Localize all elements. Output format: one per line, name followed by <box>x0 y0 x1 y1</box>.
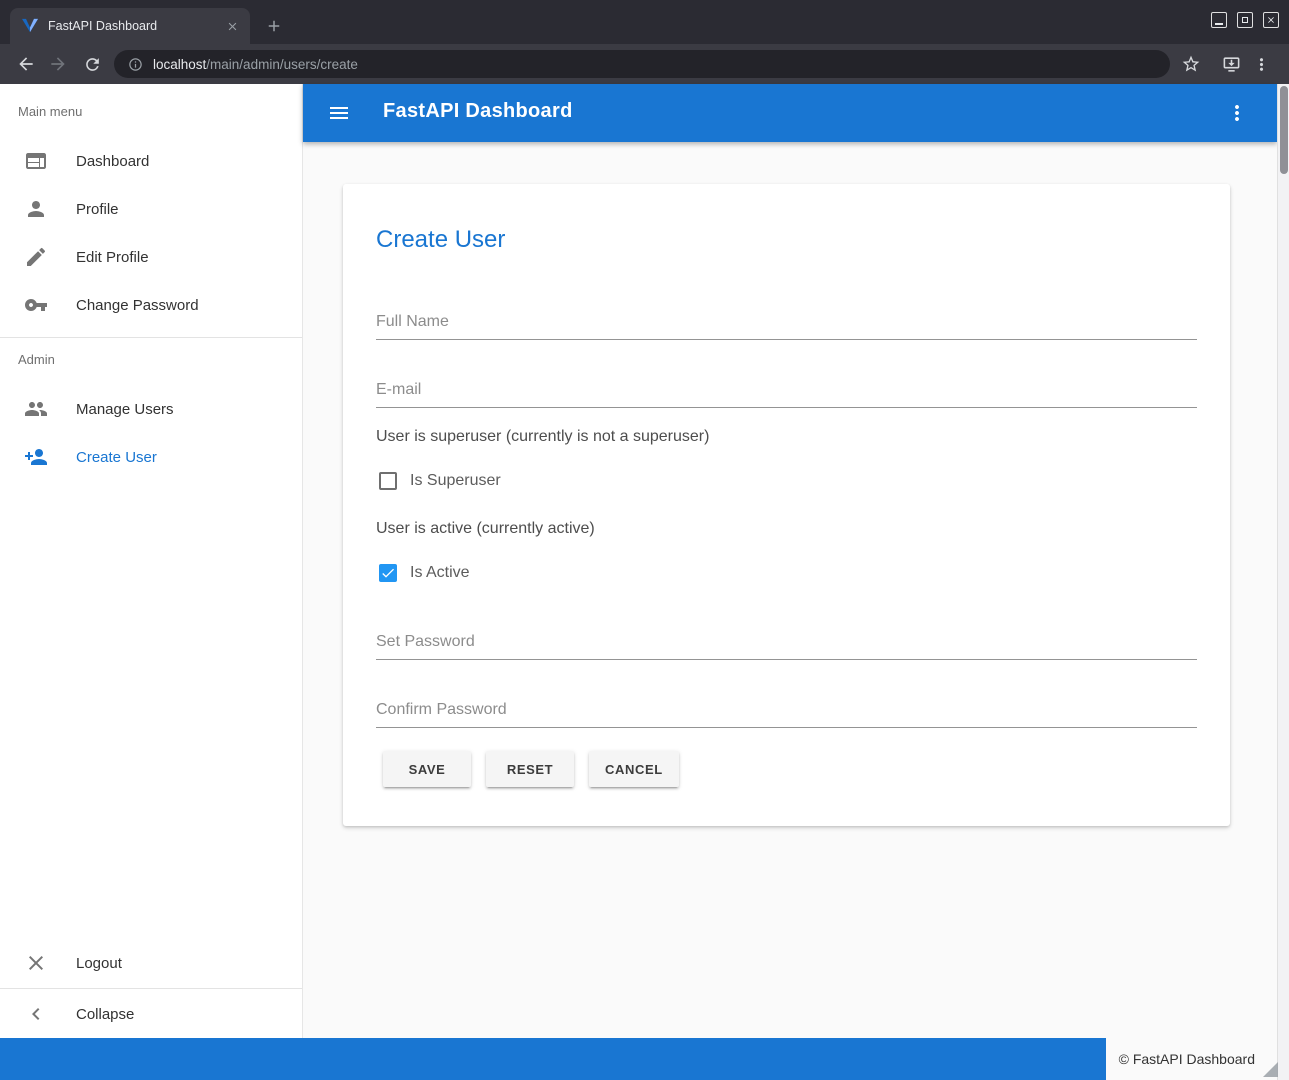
form-actions: SAVE RESET CANCEL <box>383 751 679 787</box>
create-user-card: Create User User is superuser (currently… <box>343 184 1230 826</box>
hamburger-menu-button[interactable] <box>327 101 351 125</box>
sidebar-item-label: Profile <box>76 201 119 218</box>
sidebar-item-manage-users[interactable]: Manage Users <box>0 385 302 433</box>
kebab-menu-icon <box>1252 55 1271 74</box>
confirm-password-input[interactable] <box>376 693 1197 728</box>
sidebar-divider <box>0 337 302 338</box>
sidebar-item-label: Edit Profile <box>76 249 149 266</box>
maximize-button[interactable] <box>1237 12 1253 28</box>
sidebar: Main menu Dashboard Profile Edit Profile… <box>0 84 303 1038</box>
is-superuser-checkbox[interactable] <box>379 472 397 490</box>
install-app-button[interactable] <box>1219 52 1243 76</box>
active-checkbox-row: Is Active <box>379 561 470 585</box>
close-x-icon <box>24 951 48 975</box>
minimize-icon <box>1215 23 1223 25</box>
sidebar-item-label: Create User <box>76 449 157 466</box>
scrollbar-thumb[interactable] <box>1280 86 1288 174</box>
sidebar-item-label: Dashboard <box>76 153 149 170</box>
sidebar-item-label: Logout <box>76 955 122 972</box>
cancel-button[interactable]: CANCEL <box>589 751 679 787</box>
resize-grip[interactable] <box>1263 1062 1278 1077</box>
footer: © FastAPI Dashboard <box>0 1038 1277 1080</box>
maximize-icon <box>1242 17 1248 23</box>
is-active-label: Is Active <box>410 564 470 582</box>
install-app-icon <box>1222 55 1241 74</box>
vertical-scrollbar[interactable] <box>1277 84 1289 1080</box>
sidebar-item-label: Change Password <box>76 297 199 314</box>
key-icon <box>24 293 48 317</box>
bookmark-star-button[interactable] <box>1179 52 1203 76</box>
sidebar-item-profile[interactable]: Profile <box>0 185 302 233</box>
dashboard-icon <box>24 149 48 173</box>
superuser-hint-text: User is superuser (currently is not a su… <box>376 428 709 446</box>
forward-icon <box>48 54 68 74</box>
site-info-icon[interactable] <box>128 57 143 72</box>
app-bar: FastAPI Dashboard <box>303 84 1277 142</box>
sidebar-section-admin: Admin <box>18 352 55 367</box>
sidebar-item-label: Collapse <box>76 1006 134 1023</box>
hamburger-icon <box>327 101 351 125</box>
save-button[interactable]: SAVE <box>383 751 471 787</box>
email-input[interactable] <box>376 373 1197 408</box>
sidebar-item-edit-profile[interactable]: Edit Profile <box>0 233 302 281</box>
sidebar-item-collapse[interactable]: Collapse <box>0 990 302 1038</box>
superuser-checkbox-row: Is Superuser <box>379 469 501 493</box>
app-menu-button[interactable] <box>1225 101 1249 125</box>
sidebar-section-main-menu: Main menu <box>18 104 82 119</box>
browser-titlebar: FastAPI Dashboard <box>0 0 1289 44</box>
vuetify-logo-icon <box>22 18 38 34</box>
is-active-checkbox[interactable] <box>379 564 397 582</box>
chevron-left-icon <box>24 1002 48 1026</box>
reset-button[interactable]: RESET <box>486 751 574 787</box>
browser-menu-button[interactable] <box>1249 52 1273 76</box>
page-title: Create User <box>376 226 505 254</box>
footer-copyright: © FastAPI Dashboard <box>1119 1038 1277 1080</box>
person-icon <box>24 197 48 221</box>
people-icon <box>24 397 48 421</box>
sidebar-item-label: Manage Users <box>76 401 174 418</box>
browser-window: FastAPI Dashboard localh <box>0 0 1289 1080</box>
tab-title: FastAPI Dashboard <box>48 19 224 33</box>
person-add-icon <box>24 445 48 469</box>
sidebar-item-create-user[interactable]: Create User <box>0 433 302 481</box>
main-content: Create User User is superuser (currently… <box>303 142 1277 1038</box>
sidebar-divider <box>0 988 302 989</box>
back-button[interactable] <box>14 52 38 76</box>
address-bar[interactable]: localhost/main/admin/users/create <box>114 50 1170 78</box>
url-host: localhost <box>153 57 206 72</box>
checkmark-icon <box>380 565 396 581</box>
plus-icon <box>265 17 283 35</box>
tab-close-icon[interactable] <box>224 18 240 34</box>
reload-icon <box>83 55 102 74</box>
browser-tab[interactable]: FastAPI Dashboard <box>10 8 250 44</box>
sidebar-item-logout[interactable]: Logout <box>0 939 302 987</box>
forward-button[interactable] <box>46 52 70 76</box>
app-title: FastAPI Dashboard <box>383 100 573 123</box>
kebab-menu-icon <box>1225 101 1249 125</box>
back-icon <box>16 54 36 74</box>
pencil-icon <box>24 245 48 269</box>
sidebar-item-dashboard[interactable]: Dashboard <box>0 137 302 185</box>
active-hint-text: User is active (currently active) <box>376 520 595 538</box>
star-icon <box>1181 54 1201 74</box>
close-icon <box>1266 15 1276 25</box>
browser-toolbar: localhost/main/admin/users/create <box>0 44 1289 84</box>
new-tab-button[interactable] <box>262 14 286 38</box>
is-superuser-label: Is Superuser <box>410 472 501 490</box>
footer-accent-bar <box>0 1038 1106 1080</box>
url-path: /main/admin/users/create <box>206 57 358 72</box>
sidebar-item-change-password[interactable]: Change Password <box>0 281 302 329</box>
set-password-input[interactable] <box>376 625 1197 660</box>
full-name-input[interactable] <box>376 305 1197 340</box>
close-button[interactable] <box>1263 12 1279 28</box>
minimize-button[interactable] <box>1211 12 1227 28</box>
reload-button[interactable] <box>80 52 104 76</box>
